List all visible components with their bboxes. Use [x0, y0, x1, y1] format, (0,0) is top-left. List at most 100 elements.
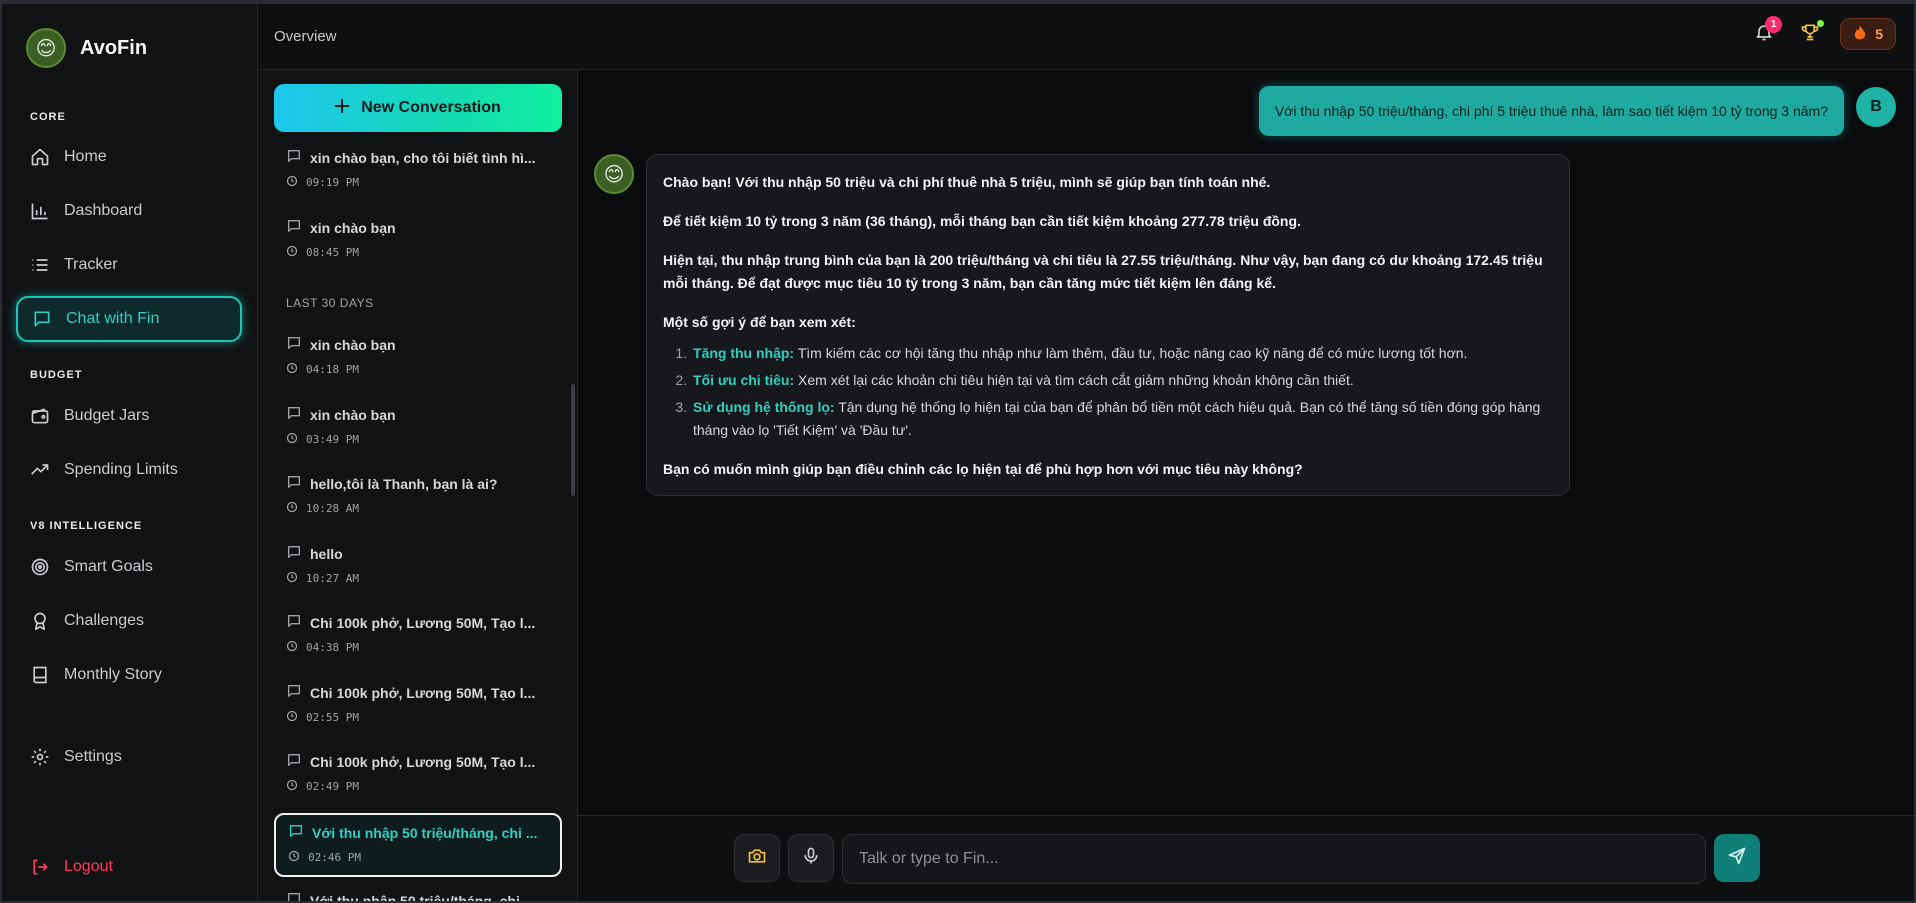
sidebar-item-home[interactable]: Home	[16, 134, 242, 180]
sidebar-item-label: Home	[64, 148, 107, 165]
bot-paragraph: Để tiết kiệm 10 tỷ trong 3 năm (36 tháng…	[663, 213, 1301, 229]
conversation-item-active[interactable]: Với thu nhập 50 triệu/tháng, chi ... 02:…	[274, 813, 562, 877]
chat-icon	[286, 148, 302, 167]
suggestion-text: Tìm kiếm các cơ hội tăng thu nhập như là…	[794, 345, 1468, 361]
clock-icon	[288, 850, 300, 865]
conversation-time: 09:19 PM	[306, 176, 359, 189]
conversation-time: 02:49 PM	[306, 780, 359, 793]
new-conversation-label: New Conversation	[361, 99, 501, 116]
sidebar-item-monthly-story[interactable]: Monthly Story	[16, 652, 242, 698]
chat-icon	[286, 218, 302, 237]
chat-icon	[32, 309, 52, 329]
conversation-item[interactable]: Với thu nhập 50 triệu/tháng, chi ...	[274, 883, 562, 903]
conversation-time: 02:46 PM	[308, 851, 361, 864]
sidebar: 😊 AvoFin CORE Home Dashboard Tracker Cha…	[0, 0, 258, 903]
conversation-item[interactable]: xin chào bạn 04:18 PM	[274, 327, 562, 391]
trending-up-icon	[30, 460, 50, 480]
status-dot	[1817, 20, 1825, 27]
sidebar-item-budget-jars[interactable]: Budget Jars	[16, 393, 242, 439]
conversation-scroll[interactable]: xin chào bạn, cho tôi biết tình hì... 09…	[258, 148, 577, 903]
sidebar-item-chat-with-fin[interactable]: Chat with Fin	[16, 296, 242, 342]
streak-badge[interactable]: 5	[1840, 18, 1896, 50]
avocado-logo-icon: 😊	[26, 28, 66, 68]
conversation-item[interactable]: Chi 100k phở, Lương 50M, Tạo l... 02:49 …	[274, 744, 562, 808]
user-avatar[interactable]: B	[1856, 87, 1896, 127]
conversation-list-panel: New Conversation xin chào bạn, cho tôi b…	[258, 70, 578, 903]
scrollbar-thumb[interactable]	[571, 384, 575, 496]
home-icon	[30, 147, 50, 167]
bot-paragraph: Chào bạn! Với thu nhập 50 triệu và chi p…	[663, 174, 1271, 190]
conversation-item[interactable]: Chi 100k phở, Lương 50M, Tạo l... 02:55 …	[274, 675, 562, 739]
conversation-item[interactable]: xin chào bạn 08:45 PM	[274, 210, 562, 274]
clock-icon	[286, 432, 298, 447]
conversation-item[interactable]: hello,tôi là Thanh, bạn là ai? 10:28 AM	[274, 466, 562, 530]
sidebar-item-label: Challenges	[64, 612, 145, 629]
conversation-item[interactable]: hello 10:27 AM	[274, 536, 562, 600]
suggestion-list: Tăng thu nhập: Tìm kiếm các cơ hội tăng …	[691, 342, 1553, 442]
conversation-time: 08:45 PM	[306, 246, 359, 259]
conversation-item[interactable]: xin chào bạn, cho tôi biết tình hì... 09…	[274, 148, 562, 204]
streak-count: 5	[1875, 26, 1883, 42]
sidebar-item-spending-limits[interactable]: Spending Limits	[16, 447, 242, 493]
notifications-button[interactable]: 1	[1748, 16, 1783, 50]
sidebar-item-label: Settings	[64, 748, 122, 765]
sidebar-item-label: Monthly Story	[64, 666, 162, 683]
top-bar: Overview 1 5	[258, 0, 1916, 70]
section-label-v8-intelligence: V8 INTELLIGENCE	[30, 520, 143, 532]
list-icon	[30, 255, 50, 275]
plus-icon	[335, 98, 350, 118]
conversation-title: xin chào bạn, cho tôi biết tình hì...	[310, 149, 536, 166]
suggestion-title: Tăng thu nhập:	[693, 345, 795, 361]
conversation-time: 10:28 AM	[306, 502, 359, 515]
clock-icon	[286, 779, 298, 794]
gear-icon	[30, 747, 50, 767]
message-input[interactable]	[842, 834, 1706, 884]
brand[interactable]: 😊 AvoFin	[26, 28, 147, 68]
conversation-time: 04:18 PM	[306, 363, 359, 376]
achievements-button[interactable]	[1794, 18, 1826, 50]
sidebar-item-label: Tracker	[64, 256, 118, 273]
sidebar-item-settings[interactable]: Settings	[16, 734, 242, 780]
suggestion-text: Xem xét lại các khoản chi tiêu hiện tại …	[794, 372, 1354, 388]
camera-button[interactable]	[734, 834, 780, 882]
conversation-item[interactable]: xin chào bạn 03:49 PM	[274, 397, 562, 461]
conversation-time: 02:55 PM	[306, 711, 359, 724]
conversation-title: hello,tôi là Thanh, bạn là ai?	[310, 475, 498, 492]
bot-paragraph: Một số gợi ý để bạn xem xét:	[663, 314, 856, 330]
sidebar-item-label: Smart Goals	[64, 558, 153, 575]
new-conversation-button[interactable]: New Conversation	[274, 84, 562, 132]
top-actions: 1 5	[1748, 16, 1896, 50]
conversation-title: Chi 100k phở, Lương 50M, Tạo l...	[310, 614, 536, 631]
conversation-title: xin chào bạn	[310, 336, 396, 353]
target-icon	[30, 557, 50, 577]
section-label-core: CORE	[30, 111, 66, 123]
chat-icon	[286, 891, 302, 903]
breadcrumb: Overview	[274, 28, 337, 45]
fin-avatar-icon: 😊	[594, 154, 634, 194]
clock-icon	[286, 710, 298, 725]
sidebar-item-smart-goals[interactable]: Smart Goals	[16, 544, 242, 590]
conversation-title: Chi 100k phở, Lương 50M, Tạo l...	[310, 684, 536, 701]
award-icon	[30, 611, 50, 631]
logout-label: Logout	[64, 858, 113, 875]
clock-icon	[286, 640, 298, 655]
conversation-time: 03:49 PM	[306, 433, 359, 446]
wallet-icon	[30, 406, 50, 426]
clock-icon	[286, 245, 298, 260]
chat-icon	[286, 752, 302, 771]
conversation-item[interactable]: Chi 100k phở, Lương 50M, Tạo l... 04:38 …	[274, 605, 562, 669]
chat-icon	[286, 683, 302, 702]
sidebar-item-tracker[interactable]: Tracker	[16, 242, 242, 288]
group-label-last-30-days: LAST 30 DAYS	[286, 296, 374, 310]
microphone-button[interactable]	[788, 834, 834, 882]
conversation-title: Với thu nhập 50 triệu/tháng, chi ...	[312, 824, 538, 841]
sidebar-item-label: Budget Jars	[64, 407, 150, 424]
sidebar-item-challenges[interactable]: Challenges	[16, 598, 242, 644]
suggestion-title: Tối ưu chi tiêu:	[693, 372, 795, 388]
sidebar-item-dashboard[interactable]: Dashboard	[16, 188, 242, 234]
camera-icon	[747, 846, 767, 871]
chat-icon	[288, 823, 304, 842]
send-button[interactable]	[1714, 834, 1760, 882]
logout-button[interactable]: Logout	[16, 844, 242, 890]
section-label-budget: BUDGET	[30, 369, 83, 381]
